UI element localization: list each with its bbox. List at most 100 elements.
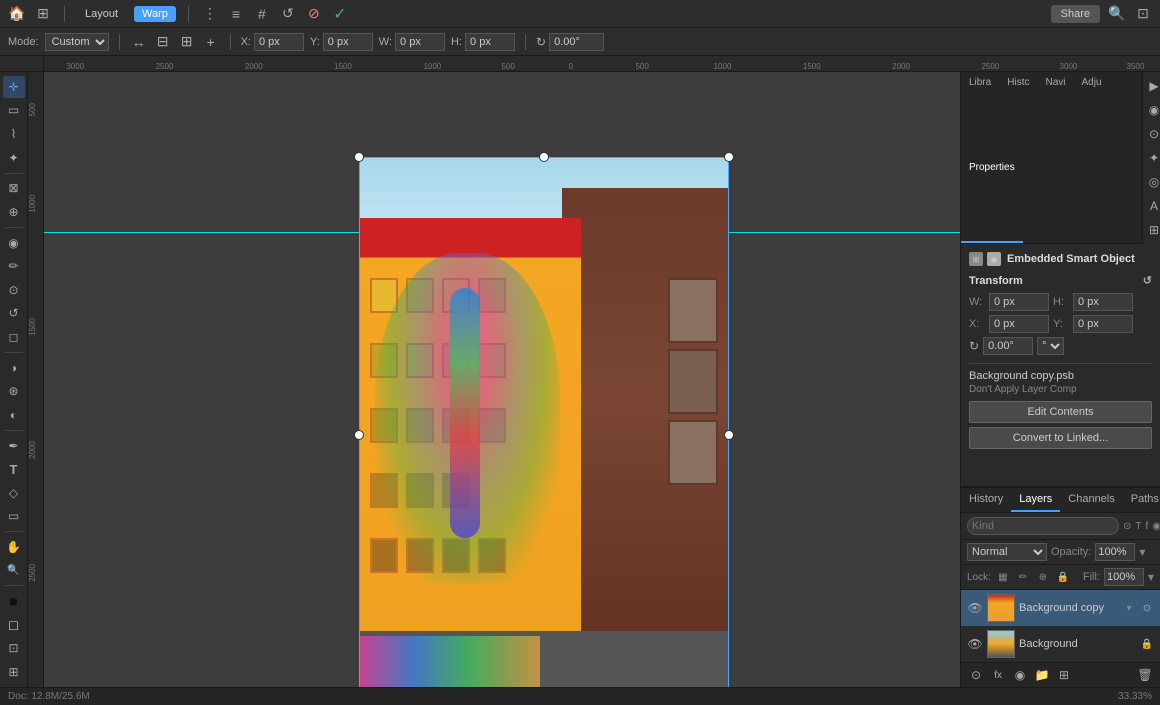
prop-w-input[interactable]: 0 px: [989, 293, 1049, 311]
paths-panel-tab[interactable]: Paths: [1123, 488, 1160, 512]
window-icon[interactable]: ⊡: [1134, 5, 1152, 23]
undo-icon[interactable]: ↺: [279, 5, 297, 23]
panel-action-7[interactable]: ⊞: [1143, 219, 1160, 241]
layers-panel-tab[interactable]: Layers: [1011, 488, 1060, 512]
add-point-icon[interactable]: +: [202, 33, 220, 51]
background-copy-layer-item[interactable]: 👁 Background copy ▾ ⊙: [961, 590, 1160, 626]
navigator-tab[interactable]: Navi: [1037, 72, 1073, 157]
grid-icon-1[interactable]: ⋮: [201, 5, 219, 23]
history-tab[interactable]: Histc: [999, 72, 1037, 157]
warp-mode-select[interactable]: Custom Arc Warp: [45, 33, 109, 51]
warp-h-input[interactable]: 0 px: [465, 33, 515, 51]
lock-paint-btn[interactable]: ✏: [1015, 569, 1031, 585]
move-tool[interactable]: ✛: [3, 76, 25, 98]
background-layer-item[interactable]: 👁 Background 🔒: [961, 626, 1160, 662]
warp-x-input[interactable]: 0 px: [254, 33, 304, 51]
hand-tool[interactable]: ✋: [3, 536, 25, 558]
blend-mode-select[interactable]: Normal Multiply Screen Overlay: [967, 543, 1047, 561]
layer-expand-icon[interactable]: ▾: [1122, 601, 1136, 615]
new-group-btn[interactable]: 📁: [1033, 666, 1051, 684]
crop-tool[interactable]: ⊠: [3, 177, 25, 199]
add-mask-btn[interactable]: ◉: [1011, 666, 1029, 684]
zoom-tool[interactable]: 🔍: [3, 560, 25, 582]
panel-action-5[interactable]: ◎: [1143, 171, 1160, 193]
warp-rotate-input[interactable]: [549, 33, 604, 51]
filter-text-icon[interactable]: T: [1135, 518, 1141, 534]
quick-mask-mode[interactable]: ⊡: [3, 638, 25, 660]
panel-action-1[interactable]: ▶: [1143, 75, 1160, 97]
blur-tool[interactable]: ⊛: [3, 380, 25, 402]
rectangular-select-tool[interactable]: ▭: [3, 100, 25, 122]
opacity-chevron-icon[interactable]: ▾: [1139, 545, 1145, 559]
panel-action-3[interactable]: ⊙: [1143, 123, 1160, 145]
eraser-tool[interactable]: ◻: [3, 326, 25, 348]
delete-layer-btn[interactable]: 🗑: [1136, 666, 1154, 684]
fill-chevron-icon[interactable]: ▾: [1148, 570, 1154, 584]
eyedropper-tool[interactable]: ⊕: [3, 201, 25, 223]
canvas-image-container[interactable]: [359, 157, 729, 687]
cancel-icon[interactable]: ⊘: [305, 5, 323, 23]
handle-top-left[interactable]: [354, 152, 364, 162]
panel-action-6[interactable]: A: [1143, 195, 1160, 217]
search-icon[interactable]: 🔍: [1108, 5, 1126, 23]
prop-x-input[interactable]: 0 px: [989, 315, 1049, 333]
rotate-unit-select[interactable]: °: [1037, 337, 1064, 355]
panel-action-4[interactable]: ✦: [1143, 147, 1160, 169]
libraries-tab[interactable]: Libra: [961, 72, 999, 157]
panel-action-2[interactable]: ◉: [1143, 99, 1160, 121]
confirm-icon[interactable]: ✓: [331, 5, 349, 23]
handle-top-right[interactable]: [724, 152, 734, 162]
split-v-icon[interactable]: ⊞: [178, 33, 196, 51]
layer-visibility-icon-bg[interactable]: 👁: [967, 636, 983, 652]
lock-all-btn[interactable]: 🔒: [1055, 569, 1071, 585]
lasso-tool[interactable]: ⌇: [3, 123, 25, 145]
spot-heal-tool[interactable]: ◉: [3, 232, 25, 254]
path-select-tool[interactable]: ◇: [3, 482, 25, 504]
grid-icon-3[interactable]: #: [253, 5, 271, 23]
history-panel-tab[interactable]: History: [961, 488, 1011, 512]
convert-linked-button[interactable]: Convert to Linked...: [969, 427, 1152, 449]
lock-position-btn[interactable]: ⊕: [1035, 569, 1051, 585]
dodge-tool[interactable]: ◐: [3, 404, 25, 426]
warp-y-input[interactable]: 0 px: [323, 33, 373, 51]
foreground-color[interactable]: ■: [3, 590, 25, 612]
adjustments-tab[interactable]: Adju: [1074, 72, 1110, 157]
change-warp-icon[interactable]: ↔: [130, 33, 148, 51]
share-button[interactable]: Share: [1051, 5, 1100, 23]
transform-reset-icon[interactable]: ↺: [1143, 274, 1152, 287]
canvas-area[interactable]: [44, 72, 960, 687]
shape-tool[interactable]: ▭: [3, 506, 25, 528]
properties-tab[interactable]: Properties: [961, 157, 1023, 244]
prop-y-input[interactable]: 0 px: [1073, 315, 1133, 333]
screen-mode-btn[interactable]: ⊞: [3, 661, 25, 683]
history-brush-tool[interactable]: ↺: [3, 303, 25, 325]
background-color[interactable]: □: [3, 614, 25, 636]
split-h-icon[interactable]: ⊟: [154, 33, 172, 51]
channels-panel-tab[interactable]: Channels: [1060, 488, 1122, 512]
prop-h-input[interactable]: 0 px: [1073, 293, 1133, 311]
fill-input[interactable]: [1104, 568, 1144, 586]
filter-smart-icon[interactable]: ◉: [1152, 518, 1160, 534]
layout-button[interactable]: Layout: [77, 6, 126, 22]
handle-mid-left[interactable]: [354, 430, 364, 440]
opacity-input[interactable]: [1095, 543, 1135, 561]
add-adjustment-btn[interactable]: ⊙: [967, 666, 985, 684]
home-icon[interactable]: 🏠: [8, 5, 26, 23]
layers-search-input[interactable]: [967, 517, 1119, 535]
text-tool[interactable]: T: [3, 458, 25, 480]
handle-mid-right[interactable]: [724, 430, 734, 440]
add-fx-btn[interactable]: fx: [989, 666, 1007, 684]
rotate-input[interactable]: [983, 337, 1033, 355]
magic-wand-tool[interactable]: ✦: [3, 147, 25, 169]
new-layer-btn[interactable]: ⊞: [1055, 666, 1073, 684]
stamp-tool[interactable]: ⊙: [3, 279, 25, 301]
warp-button[interactable]: Warp: [134, 6, 176, 22]
edit-contents-button[interactable]: Edit Contents: [969, 401, 1152, 423]
layer-fx-icon[interactable]: ⊙: [1140, 601, 1154, 615]
filter-fx-icon[interactable]: f: [1146, 518, 1149, 534]
gradient-tool[interactable]: ◑: [3, 357, 25, 379]
warp-w-input[interactable]: 0 px: [395, 33, 445, 51]
brush-tool[interactable]: ✏: [3, 255, 25, 277]
grid-icon-2[interactable]: ≡: [227, 5, 245, 23]
handle-top-mid[interactable]: [539, 152, 549, 162]
